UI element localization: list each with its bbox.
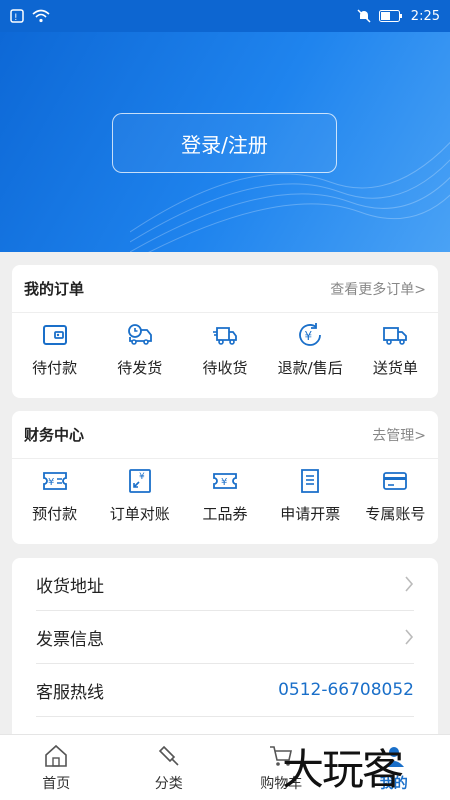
home-icon bbox=[45, 744, 68, 767]
bottom-tab-bar: 首页 分类 购物车 我的 bbox=[0, 734, 450, 800]
finance-order-reconcile[interactable]: ¥ 订单对账 bbox=[97, 467, 182, 524]
status-bar: ! 2:25 bbox=[0, 0, 450, 32]
profile-header: 登录/注册 bbox=[0, 32, 450, 252]
order-pending-receipt[interactable]: 待收货 bbox=[182, 321, 267, 378]
invoice-icon bbox=[301, 468, 320, 493]
login-register-button[interactable]: 登录/注册 bbox=[112, 113, 337, 173]
tab-mine[interactable]: 我的 bbox=[338, 735, 450, 800]
service-hotline-row[interactable]: 客服热线 0512-66708052 bbox=[36, 664, 414, 717]
list-item-label: 收货地址 bbox=[36, 576, 104, 597]
svg-text:¥: ¥ bbox=[305, 329, 313, 343]
shipping-address-row[interactable]: 收货地址 bbox=[36, 558, 414, 611]
tab-category[interactable]: 分类 bbox=[113, 735, 226, 800]
order-item-label: 送货单 bbox=[372, 358, 418, 377]
svg-text:!: ! bbox=[14, 13, 18, 23]
finance-apply-invoice[interactable]: 申请开票 bbox=[268, 467, 353, 524]
manage-link[interactable]: 去管理> bbox=[372, 425, 426, 445]
status-time: 2:25 bbox=[410, 8, 440, 24]
order-pending-shipment[interactable]: 待发货 bbox=[97, 321, 182, 378]
finance-item-label: 工品券 bbox=[202, 504, 248, 523]
finance-exclusive-account[interactable]: 专属账号 bbox=[353, 467, 438, 524]
svg-text:¥: ¥ bbox=[139, 472, 145, 482]
finance-card: 财务中心 去管理> ¥ 预付款 ¥ 订单对账 ¥ 工品券 申请开票 专属账号 bbox=[12, 411, 438, 544]
truck-icon bbox=[383, 326, 408, 345]
wifi-icon bbox=[32, 9, 50, 23]
wallet-icon bbox=[42, 324, 67, 345]
tab-label: 购物车 bbox=[260, 775, 303, 792]
yen-refund-icon: ¥ bbox=[299, 322, 322, 346]
view-more-orders-link[interactable]: 查看更多订单> bbox=[330, 279, 426, 299]
order-item-label: 退款/售后 bbox=[277, 358, 343, 377]
cart-icon bbox=[270, 745, 293, 766]
order-item-label: 待收货 bbox=[202, 358, 248, 377]
finance-item-label: 申请开票 bbox=[280, 504, 341, 523]
coupon-icon: ¥ bbox=[213, 472, 237, 489]
order-delivery-note[interactable]: 送货单 bbox=[353, 321, 438, 378]
finance-prepayment[interactable]: ¥ 预付款 bbox=[12, 467, 97, 524]
prepay-ticket-icon: ¥ bbox=[42, 471, 67, 490]
tab-label: 首页 bbox=[42, 775, 71, 792]
signal-icon: ! bbox=[10, 9, 24, 23]
finance-title: 财务中心 bbox=[24, 426, 85, 444]
truck-clock-icon bbox=[127, 323, 152, 345]
tab-label: 我的 bbox=[379, 775, 408, 792]
finance-coupon[interactable]: ¥ 工品券 bbox=[182, 467, 267, 524]
card-icon bbox=[383, 471, 408, 490]
chevron-right-icon bbox=[405, 629, 414, 645]
mute-bell-icon bbox=[357, 9, 371, 23]
orders-title: 我的订单 bbox=[24, 280, 85, 298]
tab-label: 分类 bbox=[154, 775, 183, 792]
order-refund-aftersale[interactable]: ¥ 退款/售后 bbox=[268, 321, 353, 378]
finance-item-label: 专属账号 bbox=[365, 504, 426, 523]
finance-item-label: 预付款 bbox=[32, 504, 78, 523]
hotline-number[interactable]: 0512-66708052 bbox=[278, 680, 414, 700]
category-icon bbox=[158, 745, 179, 766]
list-item-label: 客服热线 bbox=[36, 682, 104, 703]
order-pending-payment[interactable]: 待付款 bbox=[12, 321, 97, 378]
invoice-info-row[interactable]: 发票信息 bbox=[36, 611, 414, 664]
battery-icon bbox=[378, 10, 402, 22]
order-item-label: 待付款 bbox=[32, 358, 78, 377]
chevron-right-icon bbox=[405, 576, 414, 592]
settings-list: 收货地址 发票信息 客服热线 0512-66708052 bbox=[12, 558, 438, 748]
reconcile-icon: ¥ bbox=[128, 468, 151, 493]
svg-text:¥: ¥ bbox=[48, 477, 54, 488]
svg-text:¥: ¥ bbox=[221, 477, 227, 488]
list-item-label: 发票信息 bbox=[36, 629, 104, 650]
profile-icon bbox=[383, 746, 404, 767]
order-item-label: 待发货 bbox=[117, 358, 163, 377]
tab-home[interactable]: 首页 bbox=[0, 735, 113, 800]
delivery-truck-icon bbox=[213, 326, 237, 345]
orders-card: 我的订单 查看更多订单> 待付款 待发货 待收货 ¥ 退款/售后 送货单 bbox=[12, 265, 438, 398]
finance-item-label: 订单对账 bbox=[109, 504, 170, 523]
tab-cart[interactable]: 购物车 bbox=[225, 735, 338, 800]
